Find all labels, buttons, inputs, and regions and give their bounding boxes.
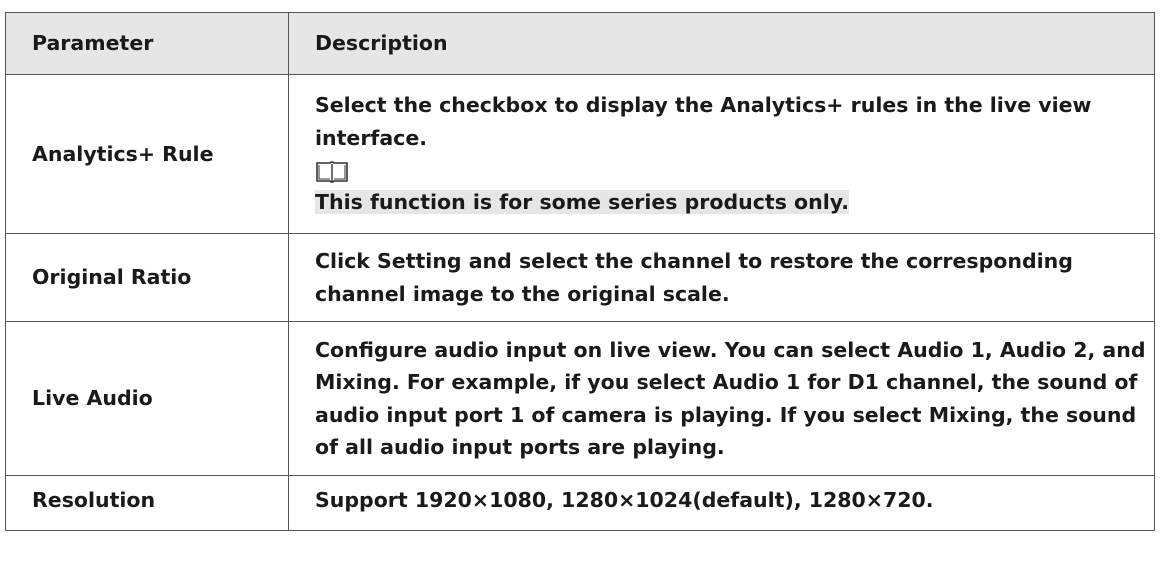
- note-text: This function is for some series product…: [315, 190, 850, 215]
- header-description: Description: [288, 12, 1155, 75]
- description-cell: Select the checkbox to display the Analy…: [288, 74, 1155, 234]
- parameter-cell: Original Ratio: [5, 233, 289, 322]
- table-row: Resolution Support 1920×1080, 1280×1024(…: [5, 475, 1155, 531]
- description-text: Support 1920×1080, 1280×1024(default), 1…: [315, 488, 934, 512]
- description-text: Click Setting and select the channel to …: [315, 249, 1073, 306]
- table-header: Parameter Description: [5, 12, 1155, 75]
- description-text: Configure audio input on live view. You …: [315, 337, 1146, 460]
- description-cell: Click Setting and select the channel to …: [288, 233, 1155, 322]
- parameter-cell: Live Audio: [5, 321, 289, 476]
- header-parameter: Parameter: [5, 12, 289, 75]
- description-cell: Support 1920×1080, 1280×1024(default), 1…: [288, 475, 1155, 531]
- table-row: Analytics+ Rule Select the checkbox to d…: [5, 74, 1155, 234]
- parameter-cell: Resolution: [5, 475, 289, 531]
- parameter-table: Parameter Description Analytics+ Rule Se…: [5, 12, 1155, 531]
- table-row: Live Audio Configure audio input on live…: [5, 321, 1155, 476]
- book-note-icon: [316, 161, 348, 184]
- description-cell: Configure audio input on live view. You …: [288, 321, 1155, 476]
- description-text: Select the checkbox to display the Analy…: [315, 93, 1092, 150]
- table-row: Original Ratio Click Setting and select …: [5, 233, 1155, 322]
- parameter-cell: Analytics+ Rule: [5, 74, 289, 234]
- header-row: Parameter Description: [5, 12, 1155, 75]
